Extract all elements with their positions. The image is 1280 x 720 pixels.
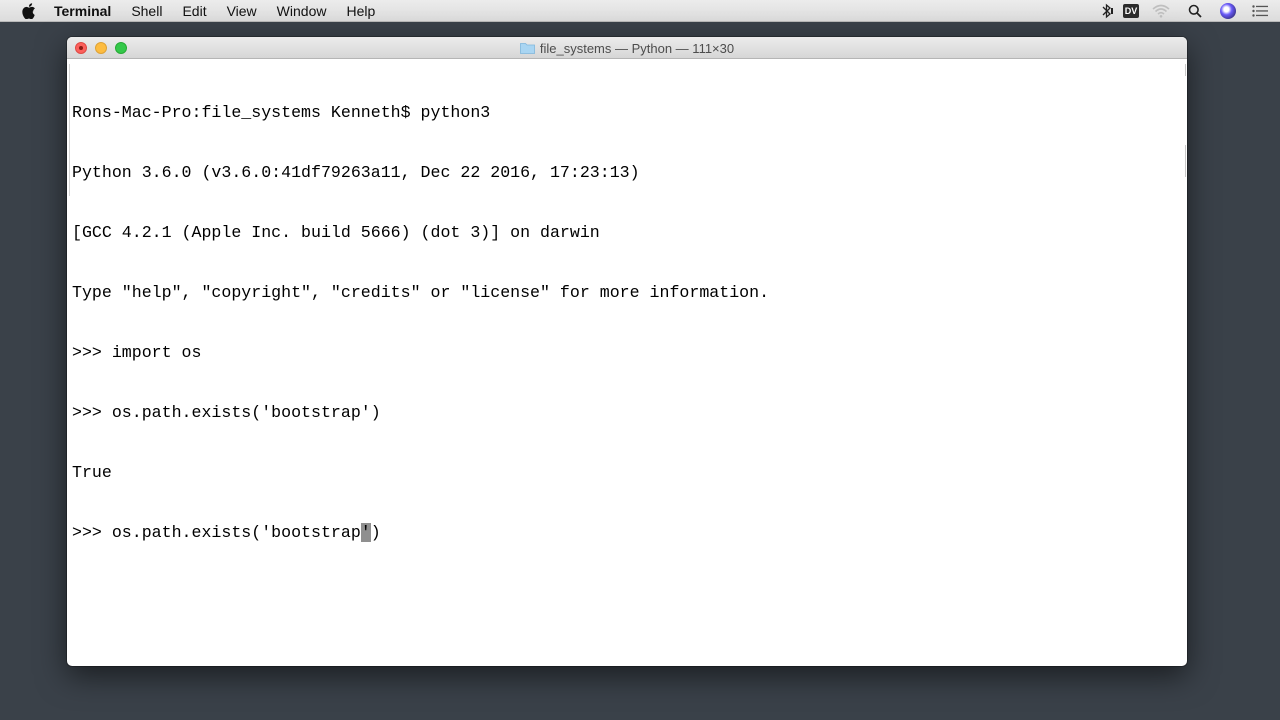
input-text-after-cursor: ): [370, 523, 381, 542]
terminal-line: [GCC 4.2.1 (Apple Inc. build 5666) (dot …: [72, 223, 600, 242]
terminal-line: >>> import os: [72, 343, 202, 362]
input-text-before-cursor: >>> os.path.exists('bootstrap: [72, 523, 361, 542]
terminal-line: Type "help", "copyright", "credits" or "…: [72, 283, 770, 302]
spotlight-search-icon[interactable]: [1178, 0, 1212, 22]
wifi-icon[interactable]: [1144, 0, 1178, 22]
terminal-line: Python 3.6.0 (v3.6.0:41df79263a11, Dec 2…: [72, 163, 640, 182]
notification-center-icon[interactable]: [1244, 0, 1276, 22]
terminal-line: >>> os.path.exists('bootstrap'): [72, 403, 381, 422]
scrollbar-mark: [1185, 145, 1186, 177]
terminal-line: Rons-Mac-Pro:file_systems Kenneth$ pytho…: [72, 103, 491, 122]
bluetooth-icon[interactable]: [1096, 0, 1118, 22]
line-marker: [69, 64, 70, 196]
menu-app-terminal[interactable]: Terminal: [54, 0, 111, 22]
folder-icon: [519, 42, 535, 54]
text-cursor: ': [360, 523, 371, 542]
menu-bar: Terminal Shell Edit View Window Help DV: [0, 0, 1280, 22]
terminal-line: True: [72, 463, 112, 482]
terminal-input-line[interactable]: >>> os.path.exists('bootstrap'): [72, 523, 1187, 543]
menu-window[interactable]: Window: [277, 0, 327, 22]
title-bar[interactable]: file_systems — Python — 111×30: [67, 37, 1187, 59]
menu-edit[interactable]: Edit: [182, 0, 206, 22]
siri-icon[interactable]: [1212, 0, 1244, 22]
menu-shell[interactable]: Shell: [131, 0, 162, 22]
terminal-window: file_systems — Python — 111×30 Rons-Mac-…: [67, 37, 1187, 666]
window-title-text: file_systems — Python — 111×30: [539, 40, 735, 56]
scrollbar-mark: [1185, 64, 1186, 76]
dv-icon[interactable]: DV: [1118, 0, 1144, 22]
status-area: DV: [1096, 0, 1280, 22]
menu-view[interactable]: View: [227, 0, 257, 22]
menu-help[interactable]: Help: [346, 0, 375, 22]
terminal-content[interactable]: Rons-Mac-Pro:file_systems Kenneth$ pytho…: [67, 59, 1187, 666]
window-title: file_systems — Python — 111×30: [67, 37, 1187, 59]
apple-icon[interactable]: [20, 2, 38, 20]
